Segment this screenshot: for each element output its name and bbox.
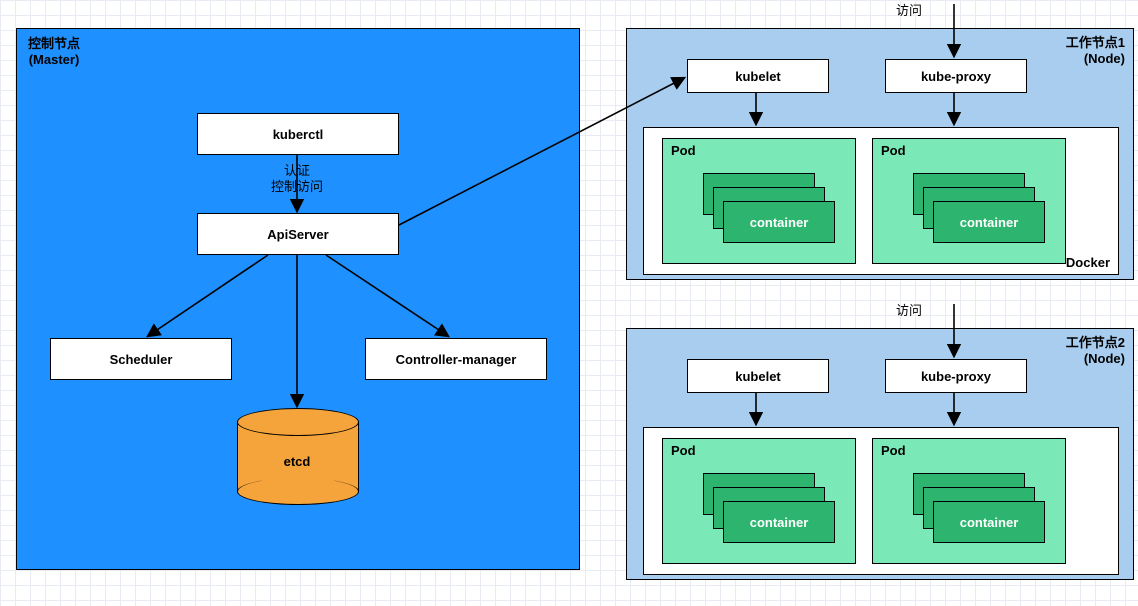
auth-label: 认证 控制访问 <box>255 163 339 196</box>
pod-label: Pod <box>881 143 906 158</box>
container-box: container <box>933 501 1045 543</box>
pod-label: Pod <box>881 443 906 458</box>
container-box: container <box>723 501 835 543</box>
kuberctl-box: kuberctl <box>197 113 399 155</box>
container-box: container <box>933 201 1045 243</box>
kuberctl-label: kuberctl <box>273 127 324 142</box>
node1-pod-a: Pod container <box>662 138 856 264</box>
apiserver-box: ApiServer <box>197 213 399 255</box>
node1-pod-b: Pod container <box>872 138 1066 264</box>
container-label: container <box>750 215 809 230</box>
apiserver-label: ApiServer <box>267 227 328 242</box>
node2-panel: 工作节点2 (Node) kubelet kube-proxy Pod cont… <box>626 328 1134 580</box>
node2-kubelet-label: kubelet <box>735 369 781 384</box>
node1-docker-label: Docker <box>1066 255 1110 270</box>
node1-title: 工作节点1 (Node) <box>1066 35 1125 68</box>
node2-pod-b: Pod container <box>872 438 1066 564</box>
container-stack: container <box>703 473 833 543</box>
node1-panel: 工作节点1 (Node) kubelet kube-proxy Docker P… <box>626 28 1134 280</box>
container-stack: container <box>703 173 833 243</box>
etcd-label: etcd <box>237 454 357 469</box>
container-box: container <box>723 201 835 243</box>
node2-kubeproxy-label: kube-proxy <box>921 369 991 384</box>
controller-manager-label: Controller-manager <box>396 352 517 367</box>
node2-kubeproxy-box: kube-proxy <box>885 359 1027 393</box>
node1-docker-panel: Docker Pod container Pod container <box>643 127 1119 275</box>
pod-label: Pod <box>671 143 696 158</box>
etcd-cylinder: etcd <box>237 408 357 502</box>
pod-label: Pod <box>671 443 696 458</box>
node1-kubeproxy-box: kube-proxy <box>885 59 1027 93</box>
node1-access-label: 访问 <box>896 3 922 19</box>
container-stack: container <box>913 173 1043 243</box>
container-label: container <box>750 515 809 530</box>
master-title: 控制节点 (Master) <box>28 36 80 69</box>
node1-kubelet-label: kubelet <box>735 69 781 84</box>
node2-kubelet-box: kubelet <box>687 359 829 393</box>
node2-pod-a: Pod container <box>662 438 856 564</box>
node2-access-label: 访问 <box>896 303 922 319</box>
node1-kubelet-box: kubelet <box>687 59 829 93</box>
container-label: container <box>960 515 1019 530</box>
scheduler-box: Scheduler <box>50 338 232 380</box>
container-label: container <box>960 215 1019 230</box>
controller-manager-box: Controller-manager <box>365 338 547 380</box>
node1-kubeproxy-label: kube-proxy <box>921 69 991 84</box>
node2-docker-panel: Pod container Pod container <box>643 427 1119 575</box>
node2-title: 工作节点2 (Node) <box>1066 335 1125 368</box>
container-stack: container <box>913 473 1043 543</box>
scheduler-label: Scheduler <box>110 352 173 367</box>
